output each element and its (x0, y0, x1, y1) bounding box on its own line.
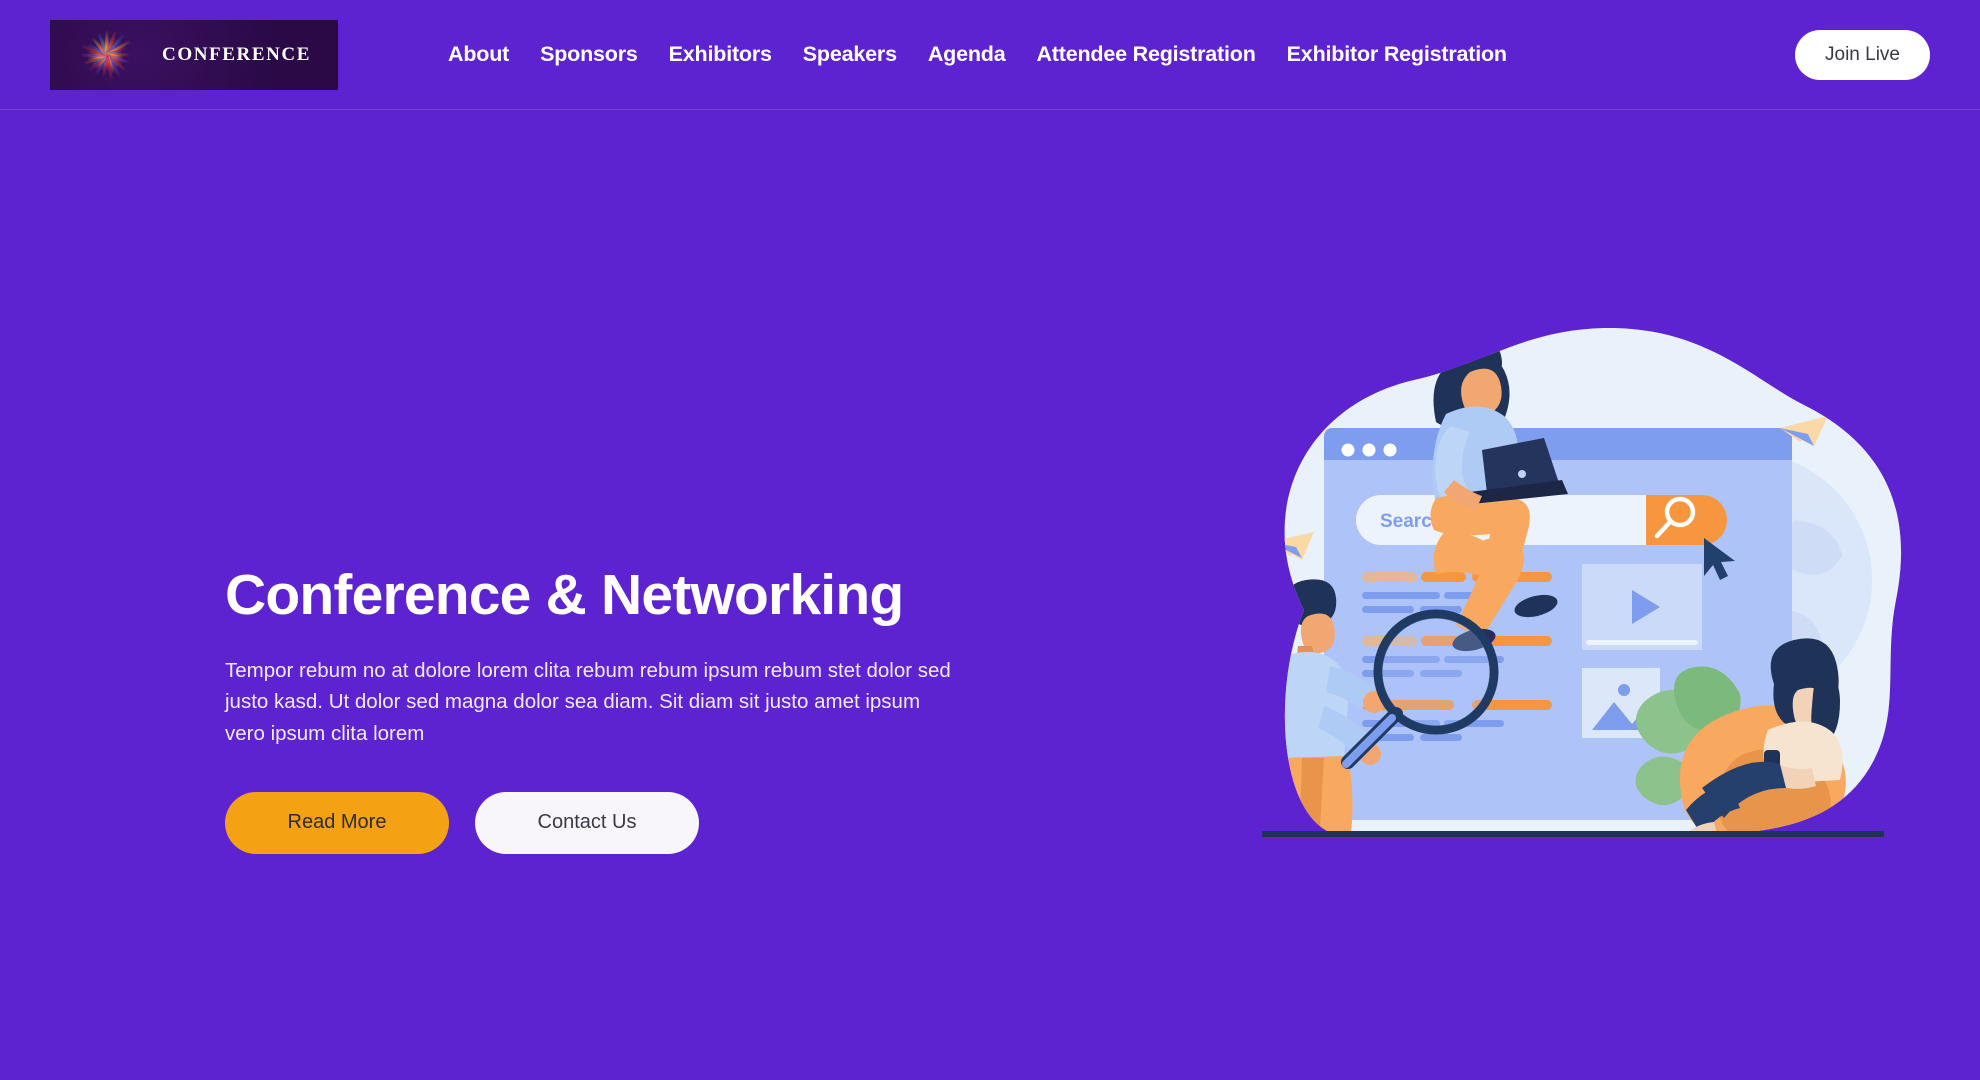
logo-text: CONFERENCE (162, 43, 312, 65)
nav-item-about[interactable]: About (448, 42, 509, 67)
nav-item-exhibitor-registration[interactable]: Exhibitor Registration (1287, 42, 1507, 67)
landing-page: CONFERENCE About Sponsors Exhibitors Spe… (0, 0, 1980, 1080)
hero-paragraph: Tempor rebum no at dolore lorem clita re… (225, 658, 951, 746)
main-navigation: About Sponsors Exhibitors Speakers Agend… (448, 42, 1507, 67)
site-header: CONFERENCE About Sponsors Exhibitors Spe… (0, 0, 1980, 110)
hero-illustration: Search.... (1184, 310, 1924, 870)
hero-section: Conference & Networking Tempor rebum no … (0, 110, 1980, 1080)
contact-us-button[interactable]: Contact Us (475, 791, 699, 854)
nav-item-exhibitors[interactable]: Exhibitors (669, 42, 772, 67)
hero-title: Conference & Networking (225, 563, 904, 627)
read-more-button[interactable]: Read More (225, 791, 449, 854)
nav-item-sponsors[interactable]: Sponsors (540, 42, 638, 67)
join-live-button[interactable]: Join Live (1795, 29, 1930, 80)
hero-copy: Conference & Networking Tempor rebum no … (225, 563, 985, 854)
nav-item-attendee-registration[interactable]: Attendee Registration (1036, 42, 1255, 67)
firework-burst-icon (76, 24, 138, 86)
hero-cta-group: Read More Contact Us (225, 791, 985, 854)
nav-item-agenda[interactable]: Agenda (928, 42, 1006, 67)
nav-item-speakers[interactable]: Speakers (803, 42, 897, 67)
video-card (1582, 564, 1702, 650)
site-logo[interactable]: CONFERENCE (50, 19, 338, 90)
